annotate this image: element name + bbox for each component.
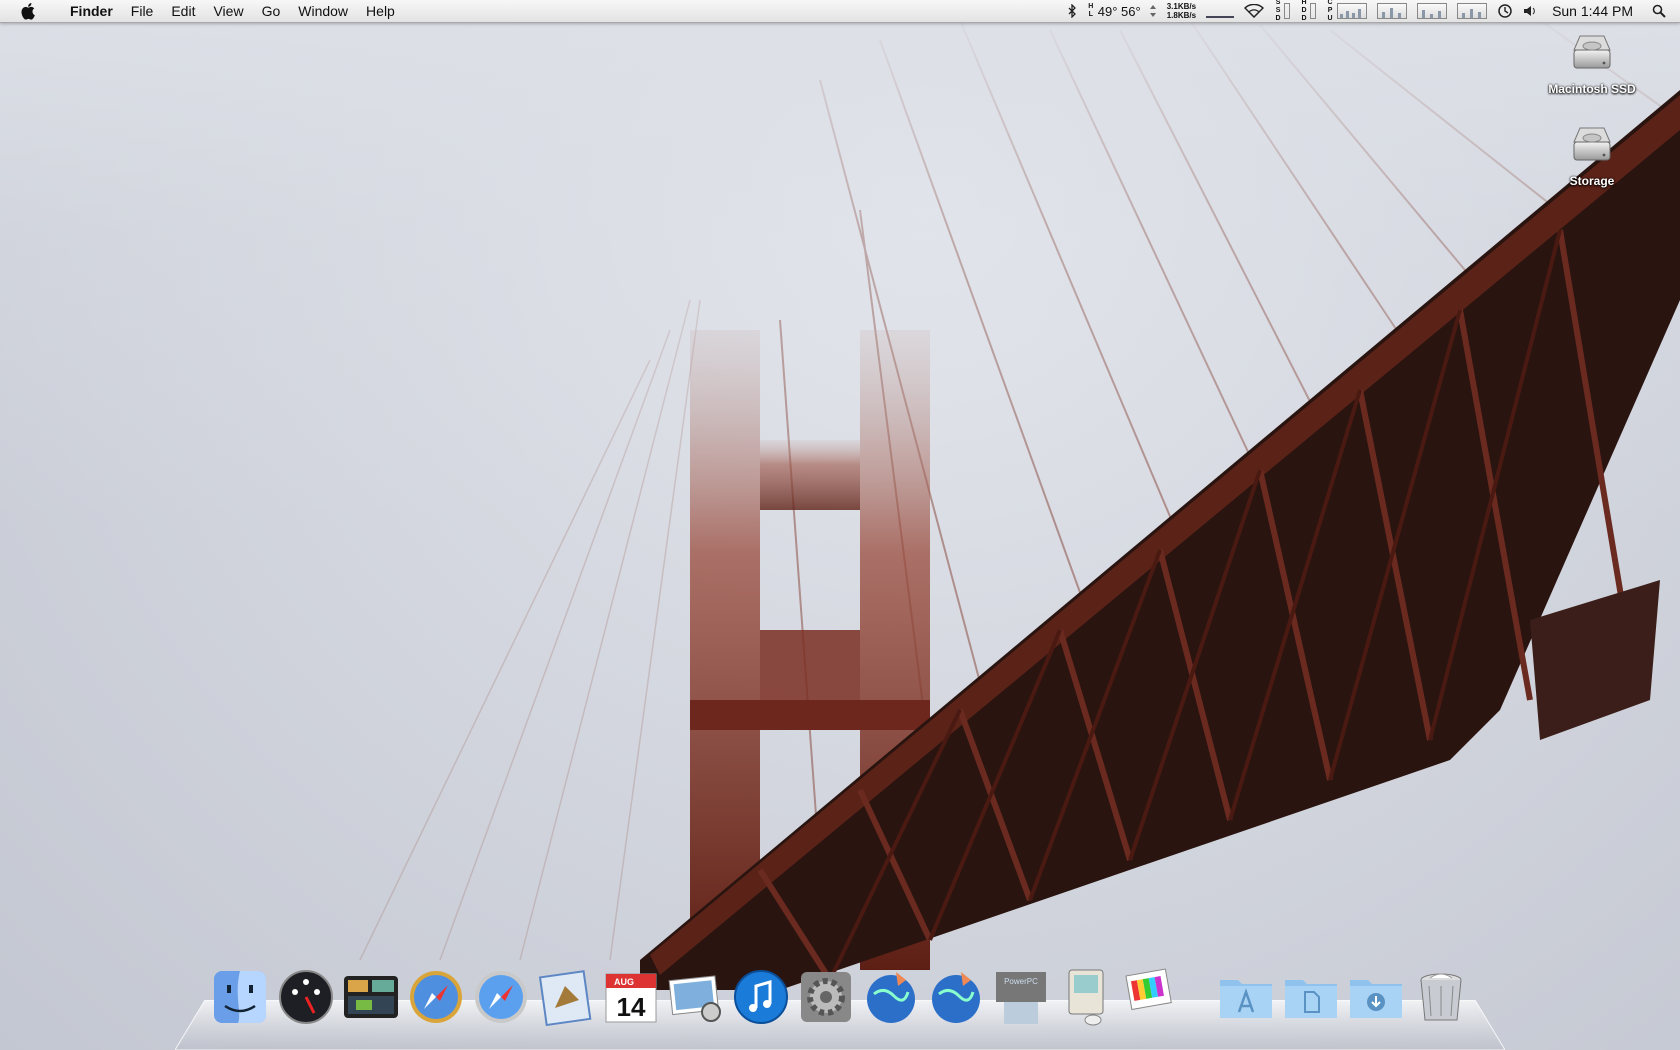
calendar-icon: AUG 14	[605, 973, 657, 1023]
dock-documents-folder[interactable]	[1282, 968, 1340, 1026]
hard-drive-icon	[1573, 35, 1611, 69]
safari-icon	[410, 971, 462, 1023]
memory-label-icon: HDD	[1301, 0, 1307, 22]
globe-icon	[932, 972, 980, 1023]
archive-icon: PowerPC	[996, 972, 1046, 1024]
dock-dashboard[interactable]	[277, 968, 335, 1026]
dock-camino-2[interactable]	[927, 968, 985, 1026]
activity-graph-1[interactable]	[1372, 0, 1412, 22]
time-machine-icon[interactable]	[1492, 0, 1518, 22]
trash-icon	[1420, 973, 1462, 1021]
weather-widget[interactable]: HL 49° 56°	[1082, 0, 1162, 22]
weather-hilo-icon: HL	[1088, 3, 1094, 18]
menu-window[interactable]: Window	[289, 0, 357, 22]
dock-mail[interactable]	[537, 968, 595, 1027]
desktop-icon-label: Storage	[1569, 174, 1615, 188]
safari-icon	[475, 971, 527, 1023]
color-bars-icon	[1125, 968, 1172, 1011]
menu-view[interactable]: View	[204, 0, 252, 22]
itunes-icon	[734, 970, 788, 1024]
dock-mission-control[interactable]	[342, 968, 400, 1026]
calendar-day: 14	[617, 992, 646, 1022]
mail-icon	[538, 970, 592, 1027]
dock-itunes[interactable]	[732, 968, 790, 1026]
wifi-icon[interactable]	[1239, 0, 1269, 22]
desktop-icon-macintosh-ssd[interactable]: Macintosh SSD	[1532, 30, 1652, 96]
battery-graph[interactable]	[1201, 0, 1239, 22]
dock-applications-folder[interactable]	[1217, 968, 1275, 1026]
ssd-label-icon: SSD	[1275, 0, 1281, 22]
dock-finder[interactable]	[211, 968, 269, 1026]
activity-graph-3[interactable]	[1452, 0, 1492, 22]
cpu-meter[interactable]: CPU	[1321, 0, 1372, 22]
calendar-month: AUG	[614, 977, 634, 987]
hdd-meter[interactable]: SSD	[1269, 0, 1295, 22]
globe-icon	[867, 972, 915, 1023]
bluetooth-icon[interactable]	[1063, 0, 1082, 22]
dock-safari-beta[interactable]	[472, 968, 530, 1026]
spotlight-icon[interactable]	[1647, 0, 1680, 22]
documents-folder-icon	[1285, 980, 1337, 1018]
dock-preview[interactable]	[667, 968, 725, 1026]
dock-calendar[interactable]: AUG 14	[602, 968, 660, 1026]
desktop-wallpaper	[0, 0, 1680, 1050]
gear-icon	[801, 972, 851, 1022]
weather-temps: 49° 56°	[1097, 3, 1141, 19]
net-download-rate: 1.8KB/s	[1166, 11, 1197, 20]
activity-graph-2[interactable]	[1412, 0, 1452, 22]
dock-downloads-folder[interactable]	[1347, 968, 1405, 1026]
menu-finder[interactable]: Finder	[58, 0, 122, 22]
bridge-wallpaper	[0, 0, 1680, 990]
dock-camino[interactable]	[862, 968, 920, 1026]
status-menus: HL 49° 56° 3.1KB/s 1.8KB/s SSD HDD CPU S…	[1063, 0, 1680, 22]
dock-classic-mac[interactable]	[1057, 968, 1115, 1026]
menu-edit[interactable]: Edit	[162, 0, 204, 22]
dock-powerpc-archive[interactable]: PowerPC	[992, 968, 1050, 1026]
downloads-folder-icon	[1350, 980, 1402, 1018]
finder-icon	[214, 971, 266, 1023]
dock-safari[interactable]	[407, 968, 465, 1026]
menu-go[interactable]: Go	[253, 0, 290, 22]
classic-mac-icon	[1068, 969, 1104, 1026]
desktop-icon-label: Macintosh SSD	[1548, 82, 1636, 96]
dashboard-icon	[279, 970, 333, 1024]
apple-icon	[21, 3, 35, 20]
applications-folder-icon	[1220, 980, 1272, 1018]
menubar-clock[interactable]: Sun 1:44 PM	[1542, 0, 1647, 22]
network-speed[interactable]: 3.1KB/s 1.8KB/s	[1162, 0, 1201, 22]
cpu-label-icon: CPU	[1327, 0, 1333, 22]
cpu-graph	[1337, 3, 1368, 19]
apple-menu[interactable]	[0, 2, 58, 20]
updown-arrows-icon	[1149, 5, 1156, 17]
dock-trash[interactable]	[1412, 968, 1470, 1026]
powerpc-label: PowerPC	[1004, 977, 1038, 986]
memory-meter[interactable]: HDD	[1295, 0, 1321, 22]
menu-file[interactable]: File	[122, 0, 163, 22]
hard-drive-icon	[1573, 127, 1611, 161]
mission-control-icon	[344, 976, 398, 1018]
desktop-icon-storage[interactable]: Storage	[1532, 122, 1652, 188]
menu-bar: Finder File Edit View Go Window Help HL …	[0, 0, 1680, 23]
preview-icon	[668, 975, 721, 1022]
volume-icon[interactable]	[1518, 0, 1542, 22]
dock-colorsync[interactable]	[1122, 968, 1180, 1026]
menu-help[interactable]: Help	[357, 0, 404, 22]
dock-system-preferences[interactable]	[797, 968, 855, 1026]
net-upload-rate: 3.1KB/s	[1166, 2, 1197, 11]
